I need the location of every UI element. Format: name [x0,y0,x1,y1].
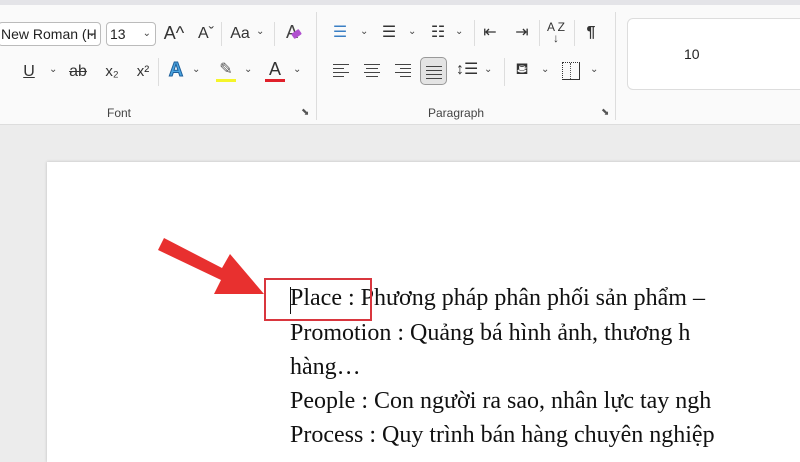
shading-button[interactable]: ⛾ [512,60,532,80]
paragraph-group-label: Paragraph [428,106,485,120]
style-preview-text: 10 [684,46,700,62]
strikethrough-button[interactable]: ab [68,62,88,82]
numbered-list-icon: ☰ [381,24,397,41]
clear-formatting-button[interactable]: A [282,22,302,42]
chevron-down-icon: ⌄ [142,28,151,39]
text-effects-button[interactable]: A [166,60,186,81]
borders-icon [570,63,571,79]
red-arrow-annotation-icon [158,238,264,294]
document-line-process: Process : Quy trình bán hàng chuyên nghi… [290,422,715,448]
superscript-button[interactable]: x² [134,62,152,82]
align-right-button[interactable] [395,61,411,80]
divider [316,12,317,120]
document-page[interactable] [47,162,800,462]
increase-indent-icon: ⇥ [515,24,529,41]
font-size-dropdown[interactable]: 13 ⌄ [106,22,156,46]
highlight-box-annotation [264,278,372,321]
divider [504,58,505,86]
font-dialog-launcher-icon[interactable]: ⬊ [301,107,309,118]
paint-bucket-icon: ⛾ [515,61,529,78]
bullets-button[interactable]: ☰ [330,23,350,43]
chevron-down-icon: ⌄ [192,64,201,75]
chevron-down-icon: ⌄ [408,26,417,37]
sort-button[interactable]: A Z ↓ [543,21,569,44]
bullet-list-icon: ☰ [332,24,348,41]
divider [615,12,616,120]
chevron-down-icon: ⌄ [244,64,253,75]
font-name-value: New Roman (H [1,26,97,42]
font-group-label: Font [107,106,132,120]
document-line-promotion: Promotion : Quảng bá hình ảnh, thương h [290,320,691,346]
line-spacing-icon: ↕☰ [456,61,479,78]
divider [539,20,540,46]
highlighter-icon: ✎ [219,61,233,78]
document-line-promotion-cont: hàng… [290,354,361,380]
font-color-button[interactable]: A [265,59,285,79]
highlight-button[interactable]: ✎ [216,60,236,80]
divider [474,20,475,46]
decrease-indent-icon: ⇤ [483,24,497,41]
decrease-indent-button[interactable]: ⇤ [480,23,500,43]
grow-font-button[interactable]: A^ [163,23,185,43]
document-line-people: People : Con người ra sao, nhân lực tay … [290,388,712,414]
chevron-down-icon: ⌄ [484,64,493,75]
multilevel-list-icon: ☷ [430,24,446,41]
chevron-down-icon: ⌄ [293,64,302,75]
highlight-color-bar [216,79,236,82]
numbering-button[interactable]: ☰ [379,23,399,43]
subscript-button[interactable]: x₂ [103,62,121,82]
chevron-down-icon: ⌄ [455,26,464,37]
chevron-down-icon: ⌄ [360,26,369,37]
underline-button[interactable]: U [22,62,36,82]
chevron-down-icon: ⌄ [590,64,599,75]
divider [221,22,222,46]
shrink-font-button[interactable]: Aˇ [195,24,217,44]
show-formatting-button[interactable]: ¶ [582,23,600,43]
style-gallery-item[interactable]: 10 [627,18,800,90]
font-name-dropdown[interactable]: New Roman (H ⌄ [0,22,101,46]
font-color-bar [265,79,285,82]
divider [158,58,159,86]
align-center-button[interactable] [364,61,380,80]
paragraph-dialog-launcher-icon[interactable]: ⬊ [601,107,609,118]
place-text: Phương pháp phân phối sản phẩm – [354,285,705,311]
align-left-button[interactable] [333,61,349,80]
divider [574,20,575,46]
font-size-value: 13 [110,26,126,42]
line-spacing-button[interactable]: ↕☰ [456,60,478,80]
multilevel-list-button[interactable]: ☷ [428,23,448,43]
justify-button[interactable] [420,57,447,85]
change-case-button[interactable]: Aa [228,24,252,44]
divider [274,22,275,46]
chevron-down-icon: ⌄ [87,28,96,39]
chevron-down-icon: ⌄ [541,64,550,75]
increase-indent-button[interactable]: ⇥ [512,23,532,43]
chevron-down-icon: ⌄ [49,64,58,75]
borders-button[interactable] [562,62,580,80]
chevron-down-icon: ⌄ [256,26,265,37]
